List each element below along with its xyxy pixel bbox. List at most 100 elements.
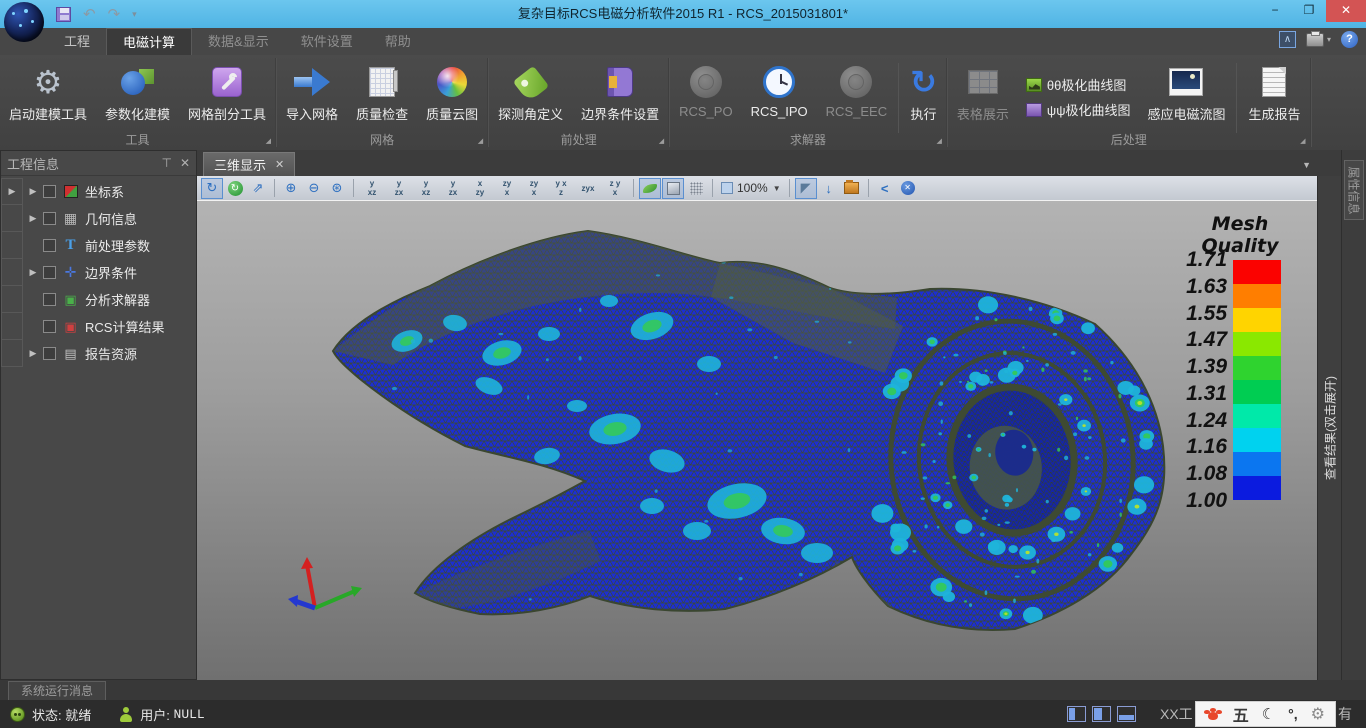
help-icon[interactable]: ?	[1341, 31, 1358, 48]
group-expander-icon[interactable]: ◢	[478, 137, 483, 145]
tree-item-geometry-info[interactable]: ▶ ▦ 几何信息	[1, 205, 196, 232]
minimize-button[interactable]: −	[1258, 0, 1292, 22]
3d-viewport[interactable]: Mesh Quality 1.71 1.63 1.55 1.47 1.39 1.…	[197, 201, 1317, 680]
tab-list-caret-icon[interactable]: ▼	[1302, 160, 1311, 170]
tree-checkbox[interactable]	[43, 347, 56, 360]
collapse-ribbon-icon[interactable]: ∧	[1279, 31, 1296, 48]
tab-3d-display[interactable]: 三维显示 ✕	[203, 152, 295, 176]
close-button[interactable]: ✕	[1326, 0, 1366, 22]
tree-item-coordinate-system[interactable]: ▶ ▶ 坐标系	[1, 178, 196, 205]
orbit-tool-icon[interactable]: ↻	[224, 178, 246, 199]
zoom-in-icon[interactable]: ⊕	[280, 178, 302, 199]
undo-icon[interactable]: ↶	[83, 7, 96, 22]
tree-arrow-icon[interactable]: ▶	[23, 348, 43, 359]
tree-arrow-icon[interactable]: ▶	[23, 186, 43, 197]
shaded-mode-icon[interactable]	[639, 178, 661, 199]
tree-checkbox[interactable]	[43, 266, 56, 279]
view-iso-1-icon[interactable]: zy x	[521, 178, 547, 199]
rcs-eec-button[interactable]: RCS_EEC	[817, 59, 896, 121]
induced-current-map-button[interactable]: 感应电磁流图	[1138, 59, 1234, 125]
ime-language-toggle[interactable]: 五	[1233, 702, 1249, 726]
menu-tab-data-display[interactable]: 数据&显示	[192, 28, 285, 55]
tree-arrow-icon[interactable]: ▶	[23, 213, 43, 224]
tab-close-icon[interactable]: ✕	[275, 158, 284, 171]
tree-checkbox[interactable]	[43, 212, 56, 225]
tree-item-analysis-solver[interactable]: ▣ 分析求解器	[1, 286, 196, 313]
rotate-tool-icon[interactable]: ↻	[201, 178, 223, 199]
menu-tab-project[interactable]: 工程	[48, 28, 106, 55]
display-mode-caret-icon[interactable]: ▾	[1327, 35, 1331, 44]
group-expander-icon[interactable]: ◢	[937, 137, 942, 145]
zoom-level-dropdown[interactable]: 100% ▼	[718, 178, 784, 199]
save-icon[interactable]	[56, 7, 71, 22]
menu-tab-settings[interactable]: 软件设置	[285, 28, 369, 55]
view-bottom-icon[interactable]: zy x	[494, 178, 520, 199]
import-mesh-button[interactable]: 导入网格	[277, 59, 347, 125]
view-top-icon[interactable]: x zy	[467, 178, 493, 199]
menu-tab-em-compute[interactable]: 电磁计算	[106, 28, 192, 55]
restore-button[interactable]: ❐	[1292, 0, 1326, 22]
moon-icon[interactable]: ☾	[1262, 705, 1275, 723]
quality-check-button[interactable]: 质量检查	[347, 59, 417, 125]
share-icon[interactable]: <	[874, 178, 896, 199]
tree-checkbox[interactable]	[43, 320, 56, 333]
property-info-tab[interactable]: 属性信息	[1344, 160, 1364, 220]
ime-paw-icon[interactable]	[1208, 712, 1218, 720]
psi-polarization-button[interactable]: ψψ极化曲线图	[1026, 100, 1131, 119]
quality-cloud-button[interactable]: 质量云图	[417, 59, 487, 125]
menu-tab-help[interactable]: 帮助	[369, 28, 427, 55]
pan-tool-icon[interactable]: ⇗	[247, 178, 269, 199]
selection-mode-icon[interactable]: ◤	[795, 178, 817, 199]
table-display-button[interactable]: 表格展示	[948, 59, 1018, 125]
launch-modeling-tool-button[interactable]: ⚙ 启动建模工具	[0, 59, 96, 125]
system-message-tab[interactable]: 系统运行消息	[8, 681, 106, 700]
view-iso-2-icon[interactable]: y x z	[548, 178, 574, 199]
layout-wide-left-icon[interactable]	[1092, 706, 1111, 722]
view-right-icon[interactable]: y zx	[440, 178, 466, 199]
ime-punctuation-toggle[interactable]: °,	[1288, 706, 1298, 722]
execute-button[interactable]: ↻ 执行	[901, 59, 946, 125]
view-iso-4-icon[interactable]: z y x	[602, 178, 628, 199]
tree-item-report-resources[interactable]: ▶ ▤ 报告资源	[1, 340, 196, 367]
app-logo[interactable]	[4, 2, 44, 42]
surface-mode-icon[interactable]	[662, 178, 684, 199]
layout-bottom-panel-icon[interactable]	[1117, 706, 1136, 722]
ime-toolbar[interactable]: 五 ☾ °, ⚙	[1195, 701, 1336, 727]
zoom-fit-icon[interactable]: ⊛	[326, 178, 348, 199]
rcs-po-button[interactable]: RCS_PO	[670, 59, 741, 121]
tree-checkbox[interactable]	[43, 239, 56, 252]
results-collapsed-tab[interactable]: 查看结果(双击展开)	[1317, 176, 1341, 680]
generate-report-button[interactable]: 生成报告	[1239, 59, 1309, 125]
mesh-partition-tool-button[interactable]: 网格剖分工具	[179, 59, 275, 125]
view-back-icon[interactable]: y zx	[386, 178, 412, 199]
layout-left-panel-icon[interactable]	[1067, 706, 1086, 722]
probe-angle-button[interactable]: 探测角定义	[489, 59, 572, 125]
pin-icon[interactable]: ⊤	[161, 156, 171, 170]
boundary-condition-button[interactable]: 边界条件设置	[572, 59, 668, 125]
group-expander-icon[interactable]: ◢	[1300, 137, 1305, 145]
redo-icon[interactable]: ↷	[108, 7, 121, 22]
parametric-modeling-button[interactable]: 参数化建模	[96, 59, 179, 125]
group-expander-icon[interactable]: ◢	[659, 137, 664, 145]
tree-item-boundary-conditions[interactable]: ▶ ✛ 边界条件	[1, 259, 196, 286]
tree-item-preprocess-params[interactable]: T 前处理参数	[1, 232, 196, 259]
capture-icon[interactable]	[841, 178, 863, 199]
quick-access-caret-icon[interactable]: ▾	[132, 9, 137, 20]
view-left-icon[interactable]: y xz	[413, 178, 439, 199]
panel-close-icon[interactable]: ✕	[180, 156, 190, 170]
view-iso-3-icon[interactable]: zyx	[575, 178, 601, 199]
tree-arrow-icon[interactable]: ▶	[9, 186, 16, 197]
rcs-ipo-button[interactable]: RCS_IPO	[742, 59, 817, 121]
theta-polarization-button[interactable]: θθ极化曲线图	[1026, 75, 1131, 94]
group-expander-icon[interactable]: ◢	[266, 137, 271, 145]
ime-settings-gear-icon[interactable]: ⚙	[1311, 704, 1325, 724]
close-view-icon[interactable]: ✕	[897, 178, 919, 199]
view-front-icon[interactable]: y xz	[359, 178, 385, 199]
tree-arrow-icon[interactable]: ▶	[23, 267, 43, 278]
tree-checkbox[interactable]	[43, 293, 56, 306]
zoom-out-icon[interactable]: ⊖	[303, 178, 325, 199]
tree-item-rcs-results[interactable]: ▣ RCS计算结果	[1, 313, 196, 340]
tree-checkbox[interactable]	[43, 185, 56, 198]
wireframe-mode-icon[interactable]	[685, 178, 707, 199]
drop-view-icon[interactable]: ↓	[818, 178, 840, 199]
